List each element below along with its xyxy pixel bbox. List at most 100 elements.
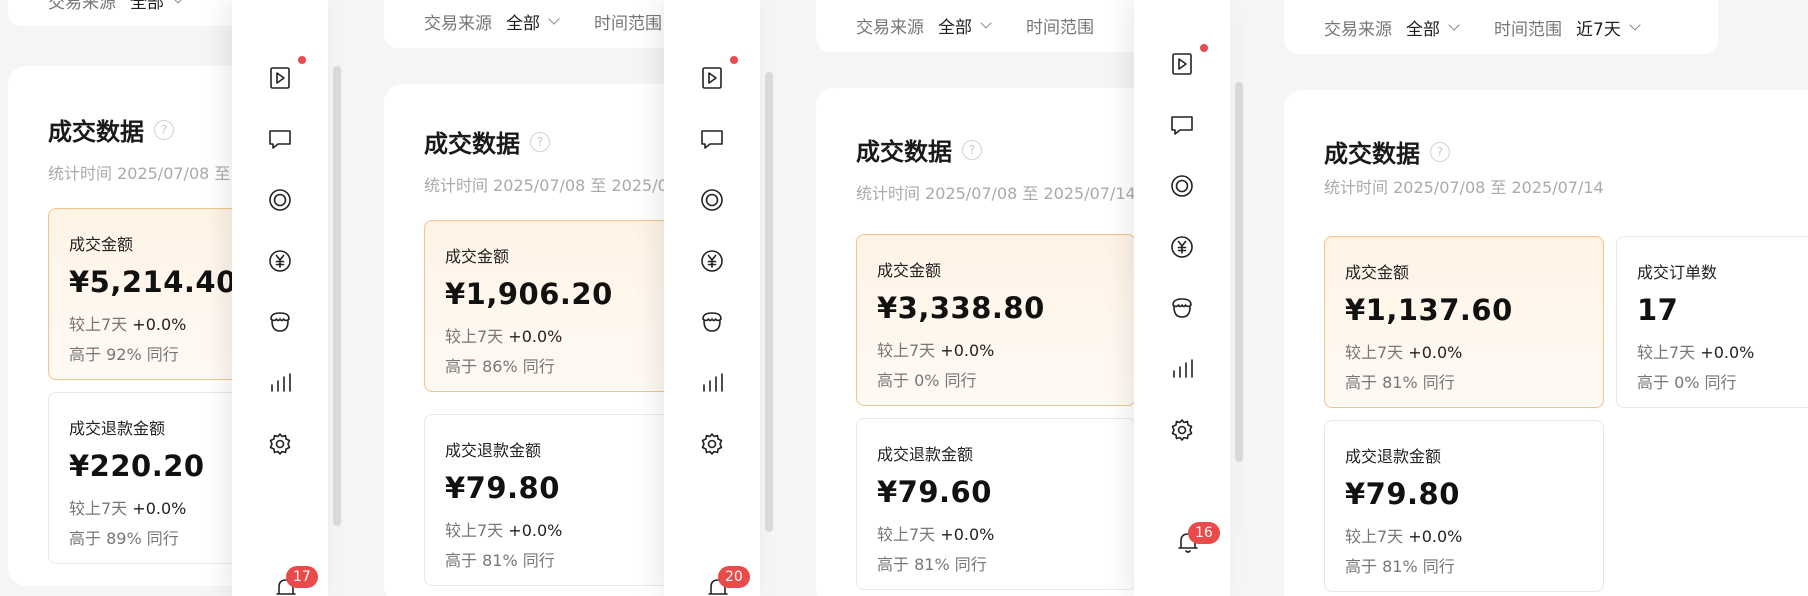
metric-value: ¥79.80 bbox=[1345, 477, 1460, 511]
metric-label: 成交金额 bbox=[69, 235, 134, 254]
metric-peer: 高于 81% 同行 bbox=[1345, 373, 1455, 392]
scrollbar[interactable] bbox=[1234, 22, 1244, 532]
card-title-row: 成交数据 ? bbox=[1324, 134, 1450, 169]
card-title: 成交数据 bbox=[424, 130, 520, 158]
source-filter-value[interactable]: 全部 bbox=[506, 9, 540, 34]
help-icon[interactable]: ? bbox=[154, 119, 174, 140]
chat-bubble-icon[interactable] bbox=[698, 125, 726, 153]
target-circle-icon[interactable] bbox=[266, 186, 294, 214]
target-circle-icon[interactable] bbox=[1168, 172, 1196, 200]
source-filter-value[interactable]: 全部 bbox=[130, 0, 164, 13]
metric-label: 成交金额 bbox=[1345, 263, 1410, 282]
notification-badge: 16 bbox=[1188, 522, 1220, 544]
window-panel-4: 交易来源 全部 时间范围 近7天 成交数据 ? 统计时间 2025/07/08 … bbox=[1244, 0, 1808, 596]
scrollbar[interactable] bbox=[332, 22, 342, 532]
metric-value: ¥79.60 bbox=[877, 475, 992, 509]
metric-compare: 较上7天 +0.0% bbox=[445, 521, 563, 540]
chevron-down-icon[interactable] bbox=[548, 13, 560, 25]
shop-awning-icon[interactable] bbox=[1168, 294, 1196, 322]
scrollbar[interactable] bbox=[764, 22, 774, 532]
sidebar-2: 20 bbox=[664, 0, 774, 596]
gear-icon[interactable] bbox=[698, 430, 726, 458]
chevron-down-icon[interactable] bbox=[980, 17, 992, 29]
shop-awning-icon[interactable] bbox=[698, 308, 726, 336]
filter-bar: 交易来源 全部 时间范围 近7天 bbox=[1284, 0, 1718, 54]
filter-bar: 交易来源 全部 时间范围 bbox=[384, 0, 664, 48]
metric-value: ¥1,137.60 bbox=[1345, 293, 1513, 327]
metric-label: 成交金额 bbox=[445, 247, 510, 266]
metric-value: ¥220.20 bbox=[69, 449, 205, 483]
yuan-coin-icon[interactable] bbox=[698, 247, 726, 275]
chevron-down-icon[interactable] bbox=[1629, 19, 1641, 31]
trade-data-card: 成交数据 ? 统计时间 2025/07/08 至 2025/07/14 成交金额… bbox=[816, 88, 1134, 596]
help-icon[interactable]: ? bbox=[530, 131, 550, 152]
metric-change: +0.0% bbox=[132, 315, 187, 334]
window-panel-3: 交易来源 全部 时间范围 成交数据 ? 统计时间 2025/07/08 至 20… bbox=[774, 0, 1134, 596]
help-icon[interactable]: ? bbox=[962, 139, 982, 160]
source-filter-value[interactable]: 全部 bbox=[938, 13, 972, 38]
metric-refund[interactable]: 成交退款金额 ¥79.80 较上7天 +0.0% 高于 81% 同行 bbox=[1324, 420, 1604, 592]
card-title: 成交数据 bbox=[1324, 140, 1420, 168]
metric-refund[interactable]: 成交退款金额 ¥79.60 较上7天 +0.0% 高于 81% 同行 bbox=[856, 418, 1134, 590]
trade-data-card: 成交数据 ? 统计时间 2025/07/08 至 2025/07/14 成交金额… bbox=[384, 84, 664, 596]
video-play-icon[interactable] bbox=[266, 64, 294, 92]
filter-bar: 交易来源 全部 时间范围 bbox=[816, 0, 1134, 52]
chat-bubble-icon[interactable] bbox=[1168, 111, 1196, 139]
metric-peer: 高于 81% 同行 bbox=[877, 555, 987, 574]
metric-peer: 高于 92% 同行 bbox=[69, 345, 179, 364]
metric-amount[interactable]: 成交金额 ¥1,137.60 较上7天 +0.0% 高于 81% 同行 bbox=[1324, 236, 1604, 408]
notification-badge: 20 bbox=[718, 566, 750, 588]
card-title-row: 成交数据 ? bbox=[424, 124, 550, 159]
metric-value: ¥79.80 bbox=[445, 471, 560, 505]
chat-bubble-icon[interactable] bbox=[266, 125, 294, 153]
gear-icon[interactable] bbox=[266, 430, 294, 458]
metric-label: 成交退款金额 bbox=[445, 441, 542, 460]
metric-peer: 高于 0% 同行 bbox=[1637, 373, 1737, 392]
trade-data-card: 成交数据 ? 统计时间 2025/07/08 至 2025/07/14 成交金额… bbox=[1284, 90, 1808, 596]
target-circle-icon[interactable] bbox=[698, 186, 726, 214]
yuan-coin-icon[interactable] bbox=[1168, 233, 1196, 261]
bar-chart-icon[interactable] bbox=[1168, 355, 1196, 383]
metric-change: +0.0% bbox=[508, 521, 563, 540]
metric-orders[interactable]: 成交订单数 17 较上7天 +0.0% 高于 0% 同行 bbox=[1616, 236, 1808, 408]
stat-time: 统计时间 2025/07/08 至 2025/07/14 bbox=[856, 184, 1134, 203]
notification-badge: 17 bbox=[286, 566, 318, 588]
source-filter-value[interactable]: 全部 bbox=[1406, 15, 1440, 40]
sidebar-3: 16 bbox=[1134, 0, 1244, 596]
metric-peer: 高于 0% 同行 bbox=[877, 371, 977, 390]
metric-change: +0.0% bbox=[940, 525, 995, 544]
shop-awning-icon[interactable] bbox=[266, 308, 294, 336]
gear-icon[interactable] bbox=[1168, 416, 1196, 444]
metric-label: 成交金额 bbox=[877, 261, 942, 280]
video-play-icon[interactable] bbox=[698, 64, 726, 92]
metric-amount[interactable]: 成交金额 ¥5,214.40 较上7天 +0.0% 高于 92% 同行 bbox=[48, 208, 240, 380]
stat-time: 统计时间 2025/07/08 至 2025/07/14 bbox=[1324, 178, 1604, 197]
source-filter-label: 交易来源 bbox=[48, 0, 116, 13]
metric-amount[interactable]: 成交金额 ¥3,338.80 较上7天 +0.0% 高于 0% 同行 bbox=[856, 234, 1134, 406]
help-icon[interactable]: ? bbox=[1430, 141, 1450, 162]
yuan-coin-icon[interactable] bbox=[266, 247, 294, 275]
bar-chart-icon[interactable] bbox=[698, 369, 726, 397]
range-filter-value[interactable]: 近7天 bbox=[1576, 15, 1621, 40]
metric-change: +0.0% bbox=[508, 327, 563, 346]
video-play-icon[interactable] bbox=[1168, 50, 1196, 78]
metric-compare: 较上7天 +0.0% bbox=[877, 525, 995, 544]
notification-dot bbox=[1200, 44, 1208, 52]
metric-compare: 较上7天 +0.0% bbox=[1345, 343, 1463, 362]
metric-compare: 较上7天 +0.0% bbox=[445, 327, 563, 346]
metric-change: +0.0% bbox=[940, 341, 995, 360]
range-filter-label: 时间范围 bbox=[594, 13, 662, 34]
metric-refund[interactable]: 成交退款金额 ¥79.80 较上7天 +0.0% 高于 81% 同行 bbox=[424, 414, 664, 586]
metric-compare: 较上7天 +0.0% bbox=[1345, 527, 1463, 546]
metric-label: 成交退款金额 bbox=[1345, 447, 1442, 466]
metric-refund[interactable]: 成交退款金额 ¥220.20 较上7天 +0.0% 高于 89% 同行 bbox=[48, 392, 240, 564]
chevron-down-icon[interactable] bbox=[1448, 19, 1460, 31]
metric-change: +0.0% bbox=[1700, 343, 1755, 362]
notification-dot bbox=[298, 56, 306, 64]
chevron-down-icon[interactable] bbox=[172, 0, 184, 4]
metric-compare: 较上7天 +0.0% bbox=[877, 341, 995, 360]
sidebar-1: 17 bbox=[232, 0, 342, 596]
card-title: 成交数据 bbox=[856, 138, 952, 166]
metric-amount[interactable]: 成交金额 ¥1,906.20 较上7天 +0.0% 高于 86% 同行 bbox=[424, 220, 664, 392]
bar-chart-icon[interactable] bbox=[266, 369, 294, 397]
